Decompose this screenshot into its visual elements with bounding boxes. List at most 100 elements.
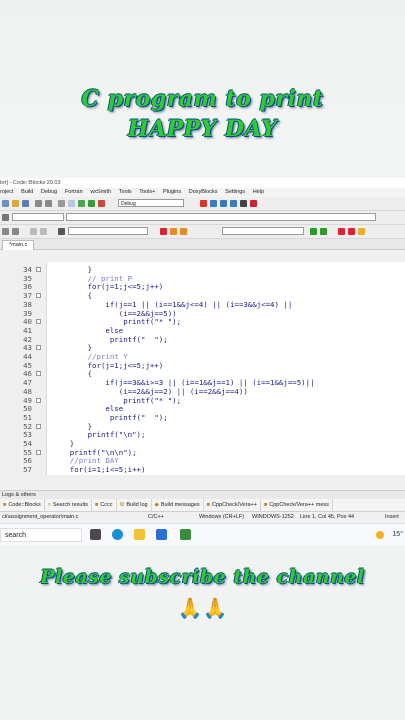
search-text-input[interactable] (222, 227, 304, 235)
find-next-icon[interactable] (320, 228, 327, 235)
fold-marker-icon[interactable] (36, 397, 41, 403)
pencil-icon[interactable] (180, 228, 187, 235)
log-tab-build-messages[interactable]: ◆ Build messages (152, 499, 204, 511)
taskbar-search[interactable]: search (0, 528, 82, 542)
log-tab-cppcheck[interactable]: ■ CppCheck/Vera++ (204, 499, 261, 511)
code-line[interactable]: 39 (i==2&&j==5)) (0, 309, 405, 318)
code-line[interactable]: 55 printf("\n\n"); (0, 448, 405, 457)
line-number: 36 (23, 282, 32, 292)
windows-taskbar: search 15° (0, 523, 405, 546)
bookmark-next-icon[interactable] (40, 228, 47, 235)
edge-browser-icon[interactable] (112, 529, 123, 540)
codeblocks-taskbar-icon[interactable] (180, 529, 191, 540)
flag-icon[interactable] (338, 228, 345, 235)
find-prev-icon[interactable] (310, 228, 317, 235)
task-view-icon[interactable] (90, 529, 101, 540)
code-text: else (52, 404, 124, 414)
file-explorer-icon[interactable] (134, 529, 145, 540)
code-line[interactable]: 40 printf("* "); (0, 317, 405, 326)
menu-settings[interactable]: Settings (225, 189, 245, 195)
fold-marker-icon[interactable] (36, 293, 41, 299)
fold-marker-icon[interactable] (36, 371, 41, 377)
redo-icon[interactable] (45, 200, 52, 207)
code-line[interactable]: 50 else (0, 404, 405, 413)
fold-marker-icon[interactable] (36, 449, 41, 455)
function-select[interactable] (66, 213, 376, 221)
flag-next-icon[interactable] (348, 228, 355, 235)
uncomment-icon[interactable] (12, 228, 19, 235)
menu-build[interactable]: Build (21, 189, 33, 195)
log-tab-codeblocks[interactable]: ■ Code::Blocks (0, 499, 45, 511)
fold-marker-icon[interactable] (36, 267, 41, 272)
code-line[interactable]: 54 } (0, 439, 405, 448)
menu-tools-plus[interactable]: Tools+ (139, 189, 155, 195)
step-into-icon[interactable] (220, 200, 227, 207)
menu-plugins[interactable]: Plugins (163, 189, 181, 195)
line-number: 57 (23, 465, 32, 475)
code-line[interactable]: 37 { (0, 291, 405, 300)
tab-main-c[interactable]: *main.c (2, 240, 35, 250)
copy-icon[interactable] (68, 200, 75, 207)
fold-marker-icon[interactable] (36, 423, 41, 429)
open-folder-icon[interactable] (12, 200, 19, 207)
code-line[interactable]: 35 // print P (0, 274, 405, 283)
log-tab-build-log[interactable]: ⚙ Build log (117, 499, 152, 511)
menu-tools[interactable]: Tools (119, 189, 132, 195)
step-icon[interactable] (210, 200, 217, 207)
stop-icon[interactable] (250, 200, 257, 207)
code-line[interactable]: 48 (i==2&&j==2) || (i==2&&j==4)) (0, 387, 405, 396)
save-icon[interactable] (22, 200, 29, 207)
scope-select[interactable] (12, 213, 64, 221)
code-line[interactable]: 36 for(j=1;j<=5;j++) (0, 282, 405, 291)
code-line[interactable]: 57 for(i=1;i<=5;i++) (0, 465, 405, 474)
undo-icon[interactable] (35, 200, 42, 207)
fold-marker-icon[interactable] (36, 345, 41, 351)
code-line[interactable]: 49 printf("* "); (0, 396, 405, 405)
code-line[interactable]: 47 if(j==3&&i>=3 || (i==1&&j==1) || (i==… (0, 378, 405, 387)
new-file-icon[interactable] (2, 200, 9, 207)
build-run-icon[interactable] (78, 200, 85, 207)
toggle-comment-icon[interactable] (2, 228, 9, 235)
code-text: printf("* "); (52, 395, 182, 405)
store-icon[interactable] (156, 529, 167, 540)
code-editor[interactable]: 34 } 35 // print P 36 for(j=1;j<=5;j++) 37 … (0, 262, 405, 475)
jump-back-icon[interactable] (2, 214, 9, 221)
bookmark-icon[interactable] (30, 228, 37, 235)
code-line[interactable]: 53 printf("\n"); (0, 430, 405, 439)
code-line[interactable]: 41 else (0, 326, 405, 335)
log-tab-cppcheck-messages[interactable]: ■ CppCheck/Vera++ mess (261, 499, 333, 511)
code-line[interactable]: 52 } (0, 422, 405, 431)
menu-wxsmith[interactable]: wxSmith (90, 189, 111, 195)
code-line[interactable]: 42 printf(" "); (0, 335, 405, 344)
step-out-icon[interactable] (230, 200, 237, 207)
code-line[interactable]: 56 //print DAY (0, 456, 405, 465)
run-icon[interactable] (88, 200, 95, 207)
goto-icon[interactable] (58, 228, 65, 235)
code-line[interactable]: 38 if(j==1 || (i==1&&j<=4) || (i==3&&j<=… (0, 300, 405, 309)
code-line[interactable]: 45 for(j=1;j<=5;j++) (0, 361, 405, 370)
code-line[interactable]: 46 { (0, 369, 405, 378)
cut-icon[interactable] (58, 200, 65, 207)
code-line[interactable]: 51 printf(" "); (0, 413, 405, 422)
code-line[interactable]: 34 } (0, 265, 405, 274)
menu-help[interactable]: Help (253, 189, 264, 195)
build-target-select[interactable]: Debug (118, 199, 184, 207)
horizontal-scrollbar[interactable] (0, 475, 405, 483)
log-tab-search-results[interactable]: ⌕ Search results (45, 499, 92, 511)
menu-debug[interactable]: Debug (41, 189, 57, 195)
menu-doxyblocks[interactable]: DoxyBlocks (189, 189, 218, 195)
menu-fortran[interactable]: Fortran (65, 189, 83, 195)
highlight-icon[interactable] (160, 228, 167, 235)
code-line[interactable]: 43 } (0, 343, 405, 352)
code-line[interactable]: 44 //print Y (0, 352, 405, 361)
menu-project[interactable]: roject (0, 189, 13, 195)
debug-run-icon[interactable] (200, 200, 207, 207)
rebuild-icon[interactable] (98, 200, 105, 207)
line-number: 34 (23, 265, 32, 274)
fold-marker-icon[interactable] (36, 319, 41, 325)
star-icon[interactable] (358, 228, 365, 235)
pause-icon[interactable] (240, 200, 247, 207)
edit-icon[interactable] (170, 228, 177, 235)
log-tab-cccc[interactable]: ■ Cccc (92, 499, 117, 511)
symbol-search-input[interactable] (68, 227, 148, 235)
